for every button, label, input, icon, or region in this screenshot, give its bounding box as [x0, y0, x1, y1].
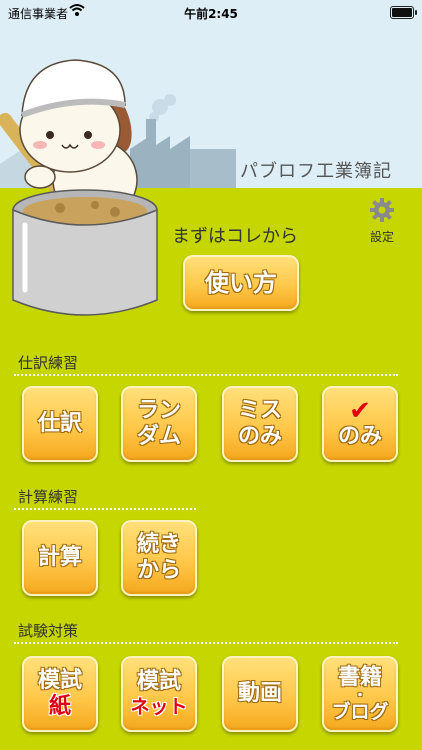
section-title-shiken: 試験対策	[18, 622, 79, 640]
mock-net-label-line1: 模試	[136, 669, 181, 695]
miss-label-line1: ミス	[237, 397, 282, 423]
section-divider	[14, 642, 398, 644]
clock: 午前2:45	[184, 7, 238, 21]
mock-exam-paper-button[interactable]: 模試 紙	[22, 656, 98, 732]
mock-net-label-line2: ネット	[130, 695, 188, 718]
section-divider	[14, 508, 196, 510]
miss-label-line2: のみ	[237, 424, 282, 449]
keisan-label: 計算	[37, 544, 82, 570]
random-label-line2: ダム	[136, 424, 181, 449]
books-blog-button[interactable]: 書籍 ・ ブログ	[322, 656, 398, 732]
howto-label: 使い方	[205, 268, 277, 297]
checked-only-button[interactable]: ✔ のみ	[322, 386, 398, 462]
continue-label-line2: から	[136, 558, 181, 583]
shiwake-button[interactable]: 仕訳	[22, 386, 98, 462]
section-title-shiwake: 仕訳練習	[18, 354, 79, 372]
miss-only-button[interactable]: ミス のみ	[222, 386, 298, 462]
checked-only-label: のみ	[337, 423, 382, 449]
status-bar: 通信事業者 午前2:45	[0, 0, 422, 24]
continue-button[interactable]: 続き から	[121, 520, 197, 596]
books-label-line2: ブログ	[331, 700, 389, 723]
random-label-line1: ラン	[136, 397, 181, 423]
video-label: 動画	[237, 680, 282, 706]
keisan-button[interactable]: 計算	[22, 520, 98, 596]
howto-button[interactable]: 使い方	[183, 255, 299, 311]
shiwake-label: 仕訳	[37, 410, 82, 436]
mock-paper-label-line1: 模試	[37, 667, 82, 693]
books-label-line1: 書籍	[337, 664, 382, 690]
random-button[interactable]: ラン ダム	[121, 386, 197, 462]
section-title-keisan: 計算練習	[18, 488, 79, 506]
app-title: パブロフ工業簿記	[240, 161, 392, 182]
mascot-illustration	[0, 59, 158, 316]
video-button[interactable]: 動画	[222, 656, 298, 732]
gear-icon	[370, 198, 394, 226]
mock-paper-label-line2: 紙	[48, 694, 71, 719]
settings-label: 設定	[369, 230, 394, 244]
settings-button[interactable]: 設定	[364, 198, 400, 245]
mock-exam-net-button[interactable]: 模試 ネット	[121, 656, 197, 732]
battery-icon	[390, 6, 417, 19]
checkmark-icon: ✔	[349, 395, 371, 426]
continue-label-line1: 続き	[136, 531, 181, 557]
section-divider	[14, 374, 398, 376]
start-here-label: まずはコレから	[172, 226, 298, 247]
